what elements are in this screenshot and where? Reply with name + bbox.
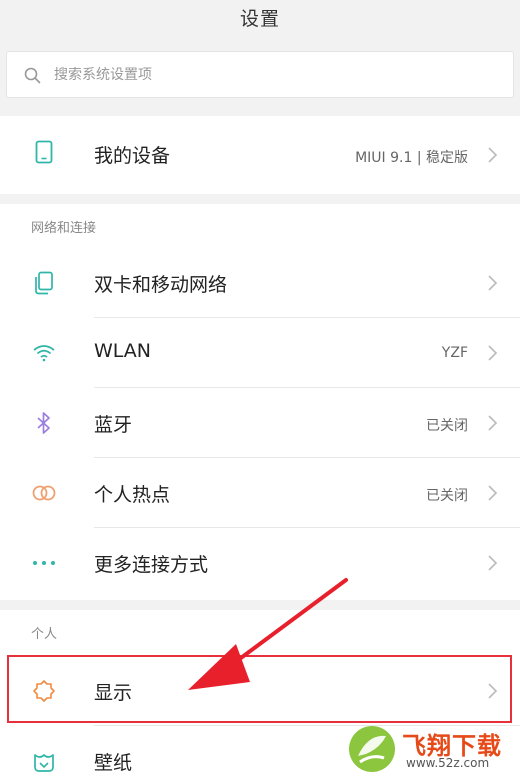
search-box[interactable] bbox=[6, 51, 514, 98]
miui-version: MIUI 9.1 | 稳定版 bbox=[355, 150, 468, 166]
device-card: 我的设备 MIUI 9.1 | 稳定版 bbox=[0, 116, 520, 194]
list-item-label: 更多连接方式 bbox=[94, 554, 209, 576]
list-item-bluetooth[interactable]: 蓝牙 已关闭 bbox=[0, 388, 520, 458]
list-item-label: 显示 bbox=[94, 682, 133, 704]
chevron-right-icon bbox=[488, 485, 498, 501]
chevron-right-icon bbox=[488, 683, 498, 699]
hotspot-icon bbox=[31, 480, 57, 506]
personal-section-header: 个人 bbox=[0, 610, 520, 656]
phone-icon bbox=[31, 139, 57, 165]
list-item-label: 蓝牙 bbox=[94, 414, 133, 436]
brightness-icon bbox=[31, 678, 57, 704]
chevron-right-icon bbox=[488, 555, 498, 571]
watermark-logo-icon bbox=[349, 726, 395, 772]
list-item-hotspot[interactable]: 个人热点 已关闭 bbox=[0, 458, 520, 528]
chevron-right-icon bbox=[488, 345, 498, 361]
list-item-label: 个人热点 bbox=[94, 484, 171, 506]
list-item-value: 已关闭 bbox=[426, 418, 468, 434]
network-list: 双卡和移动网络 WLAN YZF 蓝牙 已关闭 个人热点 已关闭 更多连接方式 bbox=[0, 248, 520, 600]
list-item-label: 双卡和移动网络 bbox=[94, 274, 228, 296]
chevron-right-icon bbox=[488, 415, 498, 431]
watermark: 飞翔下载 www.52z.com bbox=[340, 722, 520, 777]
list-item-value: 已关闭 bbox=[426, 488, 468, 504]
page-title: 设置 bbox=[239, 8, 280, 30]
list-item-label: 壁纸 bbox=[94, 752, 133, 774]
list-item-dual-sim[interactable]: 双卡和移动网络 bbox=[0, 248, 520, 318]
list-item-display[interactable]: 显示 bbox=[0, 656, 520, 726]
chevron-right-icon bbox=[488, 275, 498, 291]
my-device-label: 我的设备 bbox=[94, 145, 171, 167]
more-dots-icon bbox=[31, 550, 57, 576]
wallpaper-icon bbox=[31, 748, 57, 774]
section-title-network: 网络和连接 bbox=[31, 221, 97, 236]
bluetooth-icon bbox=[31, 410, 57, 436]
search-icon bbox=[24, 67, 41, 84]
network-section-header: 网络和连接 bbox=[0, 204, 520, 248]
list-item-label: WLAN bbox=[94, 340, 152, 362]
list-item-value: YZF bbox=[441, 345, 468, 361]
section-title-personal: 个人 bbox=[31, 627, 58, 642]
list-item-more-connections[interactable]: 更多连接方式 bbox=[0, 528, 520, 600]
list-item-wlan[interactable]: WLAN YZF bbox=[0, 318, 520, 388]
search-input[interactable] bbox=[54, 60, 494, 90]
search-area bbox=[0, 44, 520, 106]
my-device-item[interactable]: 我的设备 MIUI 9.1 | 稳定版 bbox=[0, 116, 520, 194]
title-bar: 设置 bbox=[0, 0, 520, 44]
chevron-right-icon bbox=[488, 147, 498, 163]
watermark-url: www.52z.com bbox=[406, 756, 490, 770]
sim-card-icon bbox=[31, 270, 57, 296]
wifi-icon bbox=[31, 340, 57, 366]
